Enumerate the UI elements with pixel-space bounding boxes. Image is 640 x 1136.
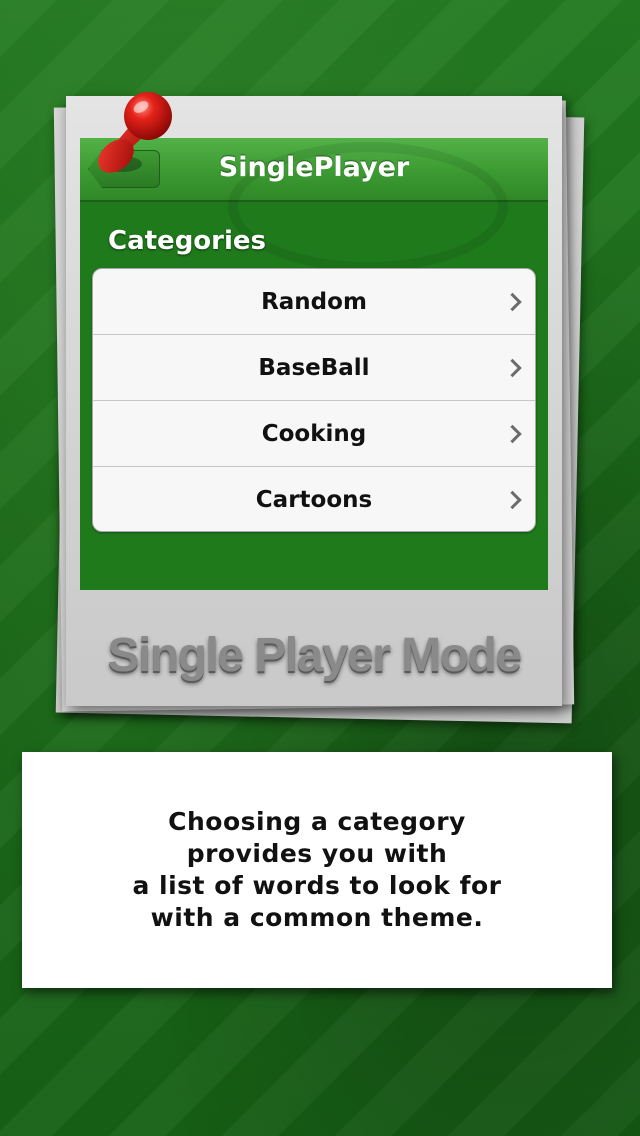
chevron-right-icon: [503, 358, 522, 377]
chevron-right-icon: [503, 490, 522, 509]
category-row-cartoons[interactable]: Cartoons: [93, 467, 535, 531]
push-pin-icon: [98, 92, 172, 173]
category-label: Cooking: [261, 420, 367, 447]
info-line: provides you with: [186, 839, 448, 868]
category-row-cooking[interactable]: Cooking: [93, 401, 535, 467]
category-row-baseball[interactable]: BaseBall: [93, 335, 535, 401]
category-label: Random: [261, 288, 367, 315]
mode-caption: Single Player Mode: [107, 629, 522, 682]
chevron-right-icon: [503, 292, 522, 311]
app-screenshot: SinglePlayer Categories Random BaseBall …: [80, 138, 548, 590]
category-list: Random BaseBall Cooking Cartoons: [92, 268, 536, 532]
category-label: BaseBall: [258, 354, 370, 381]
category-row-random[interactable]: Random: [93, 269, 535, 335]
info-text: Choosing a category provides you with a …: [132, 806, 501, 934]
category-label: Cartoons: [255, 486, 373, 513]
info-line: Choosing a category: [168, 807, 466, 836]
categories-header: Categories: [108, 226, 267, 256]
info-line: with a common theme.: [150, 903, 484, 932]
chevron-right-icon: [503, 424, 522, 443]
info-box: Choosing a category provides you with a …: [22, 752, 612, 988]
info-line: a list of words to look for: [132, 871, 502, 900]
